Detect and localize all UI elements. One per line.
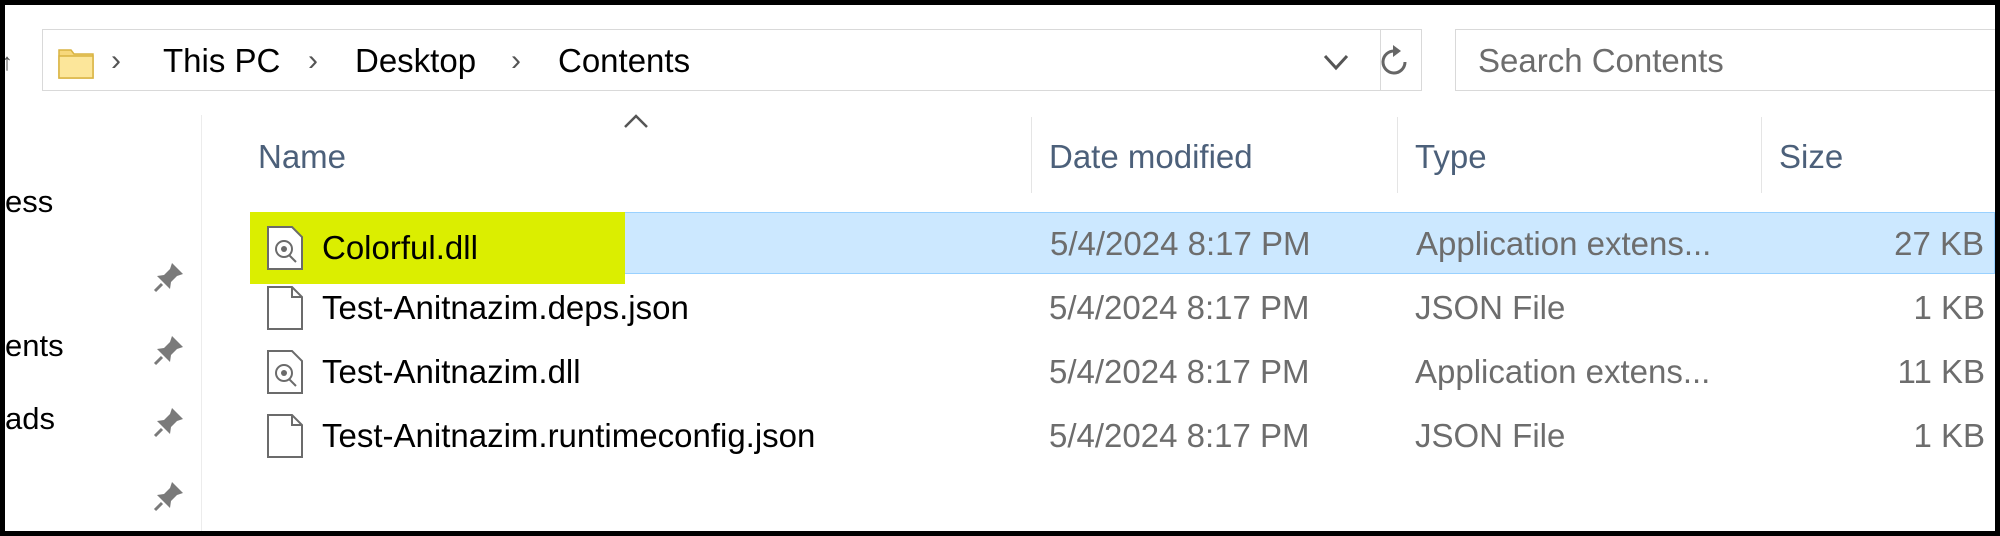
file-type: JSON File <box>1415 417 1566 454</box>
breadcrumb-contents[interactable]: Contents <box>558 42 690 80</box>
nav-item-downloads[interactable]: ads <box>5 401 55 437</box>
column-header-type[interactable]: Type <box>1415 138 1487 176</box>
chevron-right-icon[interactable]: › <box>308 44 318 78</box>
chevron-right-icon[interactable]: › <box>111 44 121 78</box>
chevron-down-icon[interactable] <box>1321 50 1351 74</box>
file-row[interactable]: Test-Anitnazim.dll 5/4/2024 8:17 PM Appl… <box>250 341 1995 403</box>
file-date: 5/4/2024 8:17 PM <box>1050 225 1311 262</box>
column-header-name[interactable]: Name <box>258 138 346 176</box>
file-date: 5/4/2024 8:17 PM <box>1049 289 1310 326</box>
file-type: JSON File <box>1415 289 1566 326</box>
json-file-icon <box>267 414 303 458</box>
pin-icon[interactable] <box>152 333 186 367</box>
search-box[interactable] <box>1455 29 1995 91</box>
nav-item-documents[interactable]: ents <box>5 328 64 364</box>
column-header-date-modified[interactable]: Date modified <box>1049 138 1253 176</box>
file-name[interactable]: Test-Anitnazim.deps.json <box>322 289 689 327</box>
highlight-annotation: Colorful.dll <box>250 212 625 284</box>
breadcrumb-desktop[interactable]: Desktop <box>355 42 476 80</box>
file-date: 5/4/2024 8:17 PM <box>1049 417 1310 454</box>
file-size: 27 KB <box>1894 225 1984 262</box>
file-type: Application extens... <box>1416 225 1712 262</box>
pane-divider[interactable] <box>201 115 202 531</box>
file-name[interactable]: Colorful.dll <box>322 229 478 267</box>
column-divider[interactable] <box>1761 117 1762 193</box>
pin-icon[interactable] <box>152 479 186 513</box>
file-date: 5/4/2024 8:17 PM <box>1049 353 1310 390</box>
refresh-button[interactable] <box>1368 29 1422 91</box>
pin-icon[interactable] <box>152 260 186 294</box>
folder-icon <box>58 49 94 79</box>
file-name[interactable]: Test-Anitnazim.dll <box>322 353 581 391</box>
refresh-icon <box>1381 45 1407 75</box>
dll-file-icon <box>267 350 303 394</box>
column-divider[interactable] <box>1031 117 1032 193</box>
file-row[interactable]: Test-Anitnazim.runtimeconfig.json 5/4/20… <box>250 405 1995 467</box>
file-name[interactable]: Test-Anitnazim.runtimeconfig.json <box>322 417 815 455</box>
file-row[interactable]: Test-Anitnazim.deps.json 5/4/2024 8:17 P… <box>250 277 1995 339</box>
json-file-icon <box>267 286 303 330</box>
address-bar[interactable]: › This PC › Desktop › Contents <box>42 29 1381 91</box>
file-size: 1 KB <box>1913 417 1985 454</box>
breadcrumb-this-pc[interactable]: This PC <box>163 42 280 80</box>
file-type: Application extens... <box>1415 353 1711 390</box>
sort-ascending-icon <box>624 114 648 128</box>
file-explorer-window: ↑ › This PC › Desktop › Contents ess ent… <box>0 0 2000 536</box>
navigation-pane: ess ents ads <box>5 115 200 531</box>
pin-icon[interactable] <box>152 405 186 439</box>
up-arrow-icon[interactable]: ↑ <box>5 49 13 77</box>
dll-file-icon <box>267 226 303 270</box>
column-header-size[interactable]: Size <box>1779 138 1843 176</box>
nav-item-quick-access[interactable]: ess <box>5 184 53 220</box>
search-input[interactable] <box>1476 41 1980 81</box>
file-size: 1 KB <box>1913 289 1985 326</box>
chevron-right-icon[interactable]: › <box>511 44 521 78</box>
column-divider[interactable] <box>1397 117 1398 193</box>
file-size: 11 KB <box>1897 353 1985 390</box>
